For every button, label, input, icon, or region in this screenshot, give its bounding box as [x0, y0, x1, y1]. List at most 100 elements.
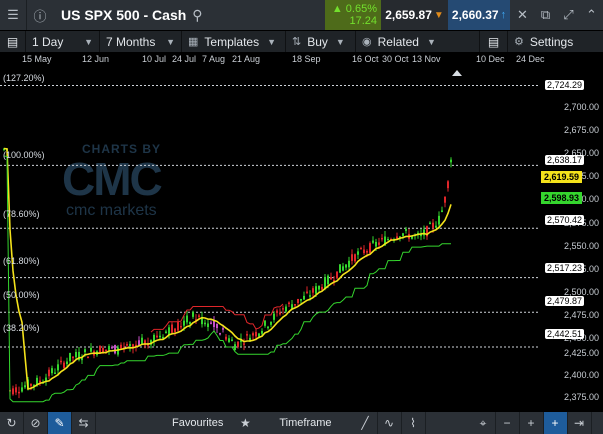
candle-body — [24, 385, 26, 388]
candle-body — [318, 285, 320, 290]
lower-band-line — [3, 155, 451, 403]
candle-body — [180, 325, 182, 328]
candle-body — [159, 335, 161, 338]
candle-body — [90, 347, 92, 352]
change-absolute: 17.24 — [349, 15, 377, 27]
candle-body — [18, 391, 20, 394]
candle-body — [246, 334, 248, 336]
zoom-in-icon[interactable]: + — [520, 412, 544, 434]
candle-body — [261, 331, 263, 334]
candle-body — [222, 328, 224, 330]
cancel-icon[interactable]: ⊘ — [24, 412, 48, 434]
candle-body — [234, 344, 236, 351]
settings-button[interactable]: ⚙ Settings — [508, 31, 603, 52]
timeframe-button[interactable]: Timeframe — [269, 412, 341, 434]
candle-body — [231, 339, 233, 342]
candle-body — [444, 196, 446, 203]
candle-body — [69, 352, 71, 362]
candle-body — [312, 288, 314, 293]
close-icon[interactable]: ✕ — [511, 0, 534, 30]
candle-body — [120, 344, 122, 349]
candle-body — [327, 275, 329, 285]
trendline-icon[interactable]: ╱ — [354, 412, 378, 434]
window-controls: ✕ ⧉ ⤢ ⌃ — [511, 0, 603, 30]
candle-body — [369, 243, 371, 254]
popout-icon[interactable]: ⧉ — [534, 0, 557, 30]
chart-menu-button[interactable]: ▤ — [0, 31, 26, 52]
instrument-title[interactable]: US SPX 500 - Cash — [61, 7, 186, 23]
swap-icon[interactable]: ⇆ — [72, 412, 96, 434]
candle-body — [117, 347, 119, 355]
candle-body — [279, 312, 281, 315]
fib-label: (50.00%) — [3, 290, 40, 300]
info-icon[interactable]: ⓘ — [27, 0, 53, 30]
candle-body — [60, 360, 62, 363]
candle-body — [432, 222, 434, 228]
candle-body — [189, 322, 191, 325]
candle-body — [321, 286, 323, 290]
candle-body — [255, 331, 257, 337]
price-tick: 2,475.00 — [563, 310, 599, 320]
candle-body — [204, 322, 206, 325]
candle-body — [285, 306, 287, 312]
buy-button[interactable]: ⇅ Buy ▼ — [286, 31, 356, 52]
fib-label: (78.60%) — [3, 209, 40, 219]
menu-icon[interactable]: ☰ — [0, 0, 26, 30]
daily-change: ▲ 0.65% 17.24 — [325, 0, 381, 30]
star-icon[interactable]: ★ — [233, 412, 257, 434]
zoom-out-icon[interactable]: − — [496, 412, 520, 434]
candle-body — [441, 210, 443, 212]
related-button[interactable]: ◉ Related ▼ — [356, 31, 480, 52]
candle-body — [303, 295, 305, 300]
candle-body — [126, 344, 128, 346]
sell-price-button[interactable]: 2,659.87 ▼ — [381, 0, 448, 30]
add-icon[interactable]: + — [543, 412, 568, 434]
refresh-icon[interactable]: ↻ — [0, 412, 24, 434]
chevron-down-icon: ▼ — [84, 36, 93, 47]
price-tick: 2,550.00 — [563, 241, 599, 251]
search-icon[interactable]: ⚲ — [192, 7, 202, 24]
candle-body — [48, 369, 50, 377]
crosshair-icon[interactable]: ⌖ — [472, 412, 496, 434]
interval-select[interactable]: 1 Day ▼ — [26, 31, 100, 52]
candle-body — [177, 321, 179, 331]
candle-body — [435, 225, 437, 228]
candlestick-plot — [0, 70, 540, 403]
chart-footer: ↻ ⊘ ✎ ⇆ Favourites ★ Timeframe ╱ ∿ ⌇ ⌖ −… — [0, 412, 603, 434]
candle-body — [351, 254, 353, 261]
candle-body — [111, 346, 113, 349]
curve-icon[interactable]: ∿ — [378, 412, 402, 434]
candle-body — [297, 298, 299, 303]
candle-body — [87, 356, 89, 359]
favourites-button[interactable]: Favourites — [162, 412, 233, 434]
expand-icon[interactable]: ⤢ — [557, 0, 580, 30]
candle-body — [330, 277, 332, 280]
sliders-icon: ⇅ — [292, 36, 302, 48]
candle-body — [276, 310, 278, 313]
chevron-down-icon: ▼ — [166, 36, 175, 47]
candle-body — [270, 321, 272, 325]
grid-icon: ▤ — [6, 34, 19, 49]
draw-pen-icon[interactable]: ✎ — [48, 412, 72, 434]
candle-body — [186, 315, 188, 323]
fit-icon[interactable]: ⇥ — [568, 412, 592, 434]
price-chart[interactable]: 15 May 12 Jun 10 Jul 24 Jul 7 Aug 21 Aug… — [0, 52, 603, 412]
templates-button[interactable]: ▦ Templates ▼ — [182, 31, 286, 52]
candle-body — [192, 312, 194, 317]
candle-body — [156, 335, 158, 338]
collapse-icon[interactable]: ⌃ — [580, 0, 603, 30]
range-select[interactable]: 7 Months ▼ — [100, 31, 182, 52]
fib-label: (100.00%) — [3, 150, 45, 160]
layout-button[interactable]: ▤ — [480, 31, 508, 52]
candle-body — [306, 291, 308, 294]
candle-body — [348, 260, 350, 268]
zigzag-icon[interactable]: ⌇ — [402, 412, 426, 434]
candle-body — [237, 341, 239, 347]
candle-body — [387, 238, 389, 241]
buy-price-button[interactable]: 2,660.37 ↑ — [448, 0, 510, 30]
change-percent: ▲ 0.65% — [331, 3, 377, 15]
chevron-down-icon: ▼ — [426, 36, 436, 47]
candle-body — [15, 387, 17, 393]
candle-body — [300, 298, 302, 301]
candle-body — [288, 302, 290, 305]
